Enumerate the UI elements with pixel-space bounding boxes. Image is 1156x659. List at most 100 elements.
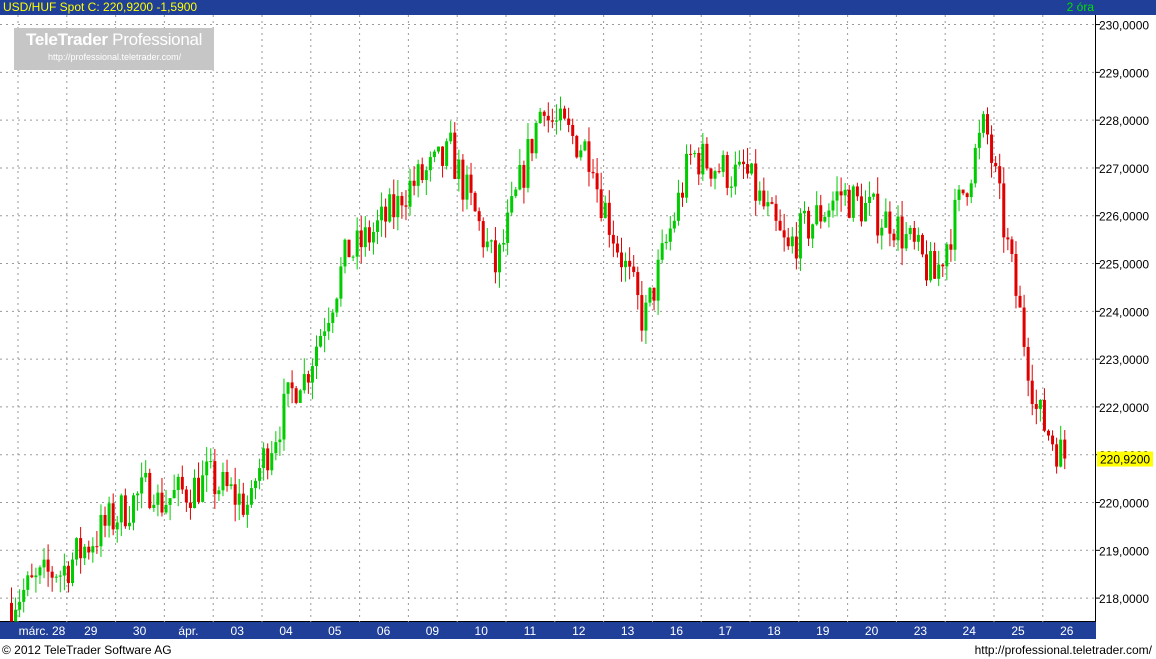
candle-body[interactable] [981, 114, 985, 133]
candle-body[interactable] [290, 382, 294, 389]
candle-body[interactable] [815, 205, 819, 225]
candle-body[interactable] [668, 228, 672, 242]
candle-body[interactable] [465, 174, 469, 200]
candle-body[interactable] [26, 575, 30, 590]
candle-body[interactable] [697, 152, 701, 175]
candle-body[interactable] [937, 264, 941, 279]
candle-body[interactable] [538, 111, 542, 124]
candle-body[interactable] [648, 287, 652, 303]
candle-body[interactable] [786, 237, 790, 247]
candle-body[interactable] [526, 139, 530, 188]
candle-body[interactable] [908, 227, 912, 235]
candle-body[interactable] [75, 538, 79, 560]
candle-body[interactable] [571, 124, 575, 136]
candle-body[interactable] [437, 146, 440, 152]
candle-body[interactable] [721, 155, 725, 172]
candle-body[interactable] [502, 242, 506, 245]
candle-body[interactable] [811, 224, 815, 239]
candle-body[interactable] [294, 388, 298, 403]
candle-body[interactable] [672, 220, 676, 229]
candle-body[interactable] [1034, 404, 1038, 409]
candle-body[interactable] [302, 374, 306, 391]
candle-body[interactable] [1018, 295, 1022, 308]
candle-body[interactable] [115, 522, 119, 530]
candle-body[interactable] [961, 189, 965, 194]
candle-body[interactable] [701, 143, 705, 175]
candle-body[interactable] [331, 312, 335, 323]
candle-body[interactable] [14, 609, 18, 622]
candle-body[interactable] [754, 163, 758, 201]
candle-body[interactable] [66, 565, 70, 584]
candle-body[interactable] [859, 196, 863, 222]
candle-body[interactable] [733, 164, 737, 187]
candle-body[interactable] [652, 287, 656, 301]
candle-body[interactable] [575, 135, 579, 158]
candle-body[interactable] [274, 442, 278, 454]
candle-body[interactable] [758, 190, 762, 201]
candle-body[interactable] [258, 468, 262, 481]
candle-body[interactable] [1022, 307, 1026, 347]
candle-body[interactable] [339, 266, 343, 299]
candle-body[interactable] [217, 490, 221, 495]
candle-body[interactable] [685, 153, 689, 198]
candle-body[interactable] [144, 472, 148, 478]
candle-body[interactable] [123, 495, 127, 527]
candle-body[interactable] [323, 331, 327, 336]
candle-body[interactable] [900, 216, 904, 249]
candle-body[interactable] [111, 503, 115, 530]
candle-body[interactable] [847, 189, 851, 218]
footer-link[interactable]: http://professional.teletrader.com/ [975, 643, 1152, 657]
candle-body[interactable] [384, 206, 388, 222]
candle-body[interactable] [1047, 430, 1050, 436]
candle-body[interactable] [298, 390, 302, 403]
candle-body[interactable] [798, 213, 802, 259]
candle-body[interactable] [835, 191, 839, 201]
candle-body[interactable] [54, 576, 58, 578]
candle-body[interactable] [790, 236, 794, 247]
candle-body[interactable] [778, 220, 782, 231]
candle-body[interactable] [969, 183, 973, 198]
candle-body[interactable] [632, 266, 636, 273]
candle-body[interactable] [998, 166, 1002, 184]
candle-body[interactable] [95, 546, 99, 548]
candle-body[interactable] [498, 244, 501, 273]
candle-body[interactable] [896, 216, 900, 241]
candle-body[interactable] [42, 559, 46, 568]
candle-body[interactable] [1026, 346, 1030, 381]
candle-body[interactable] [1059, 439, 1063, 467]
candle-body[interactable] [396, 195, 400, 218]
candle-body[interactable] [233, 484, 237, 505]
candle-body[interactable] [766, 202, 770, 207]
candle-body[interactable] [831, 200, 835, 211]
candle-body[interactable] [819, 205, 823, 222]
candle-body[interactable] [140, 477, 144, 494]
candle-body[interactable] [770, 202, 774, 204]
candle-body[interactable] [839, 191, 843, 196]
candle-body[interactable] [355, 230, 359, 257]
candle-body[interactable] [1038, 399, 1042, 409]
candle-body[interactable] [477, 211, 481, 222]
candle-body[interactable] [713, 171, 717, 179]
candle-body[interactable] [306, 374, 310, 383]
candle-body[interactable] [965, 193, 969, 198]
candle-body[interactable] [664, 241, 668, 244]
candle-body[interactable] [237, 493, 241, 505]
candle-body[interactable] [34, 575, 38, 578]
candle-body[interactable] [119, 495, 123, 523]
candle-body[interactable] [168, 498, 172, 505]
candle-body[interactable] [327, 322, 331, 332]
candle-body[interactable] [1051, 435, 1055, 445]
candle-body[interactable] [127, 522, 131, 527]
candle-body[interactable] [489, 240, 493, 242]
candle-body[interactable] [607, 202, 611, 235]
candle-body[interactable] [803, 210, 806, 214]
candle-body[interactable] [880, 227, 884, 236]
candle-body[interactable] [973, 147, 977, 184]
candle-body[interactable] [371, 231, 375, 243]
candle-body[interactable] [432, 151, 436, 158]
candle-body[interactable] [876, 193, 880, 236]
candle-body[interactable] [408, 180, 412, 207]
candle-body[interactable] [188, 502, 192, 509]
candle-body[interactable] [180, 476, 184, 490]
candle-body[interactable] [567, 118, 571, 125]
